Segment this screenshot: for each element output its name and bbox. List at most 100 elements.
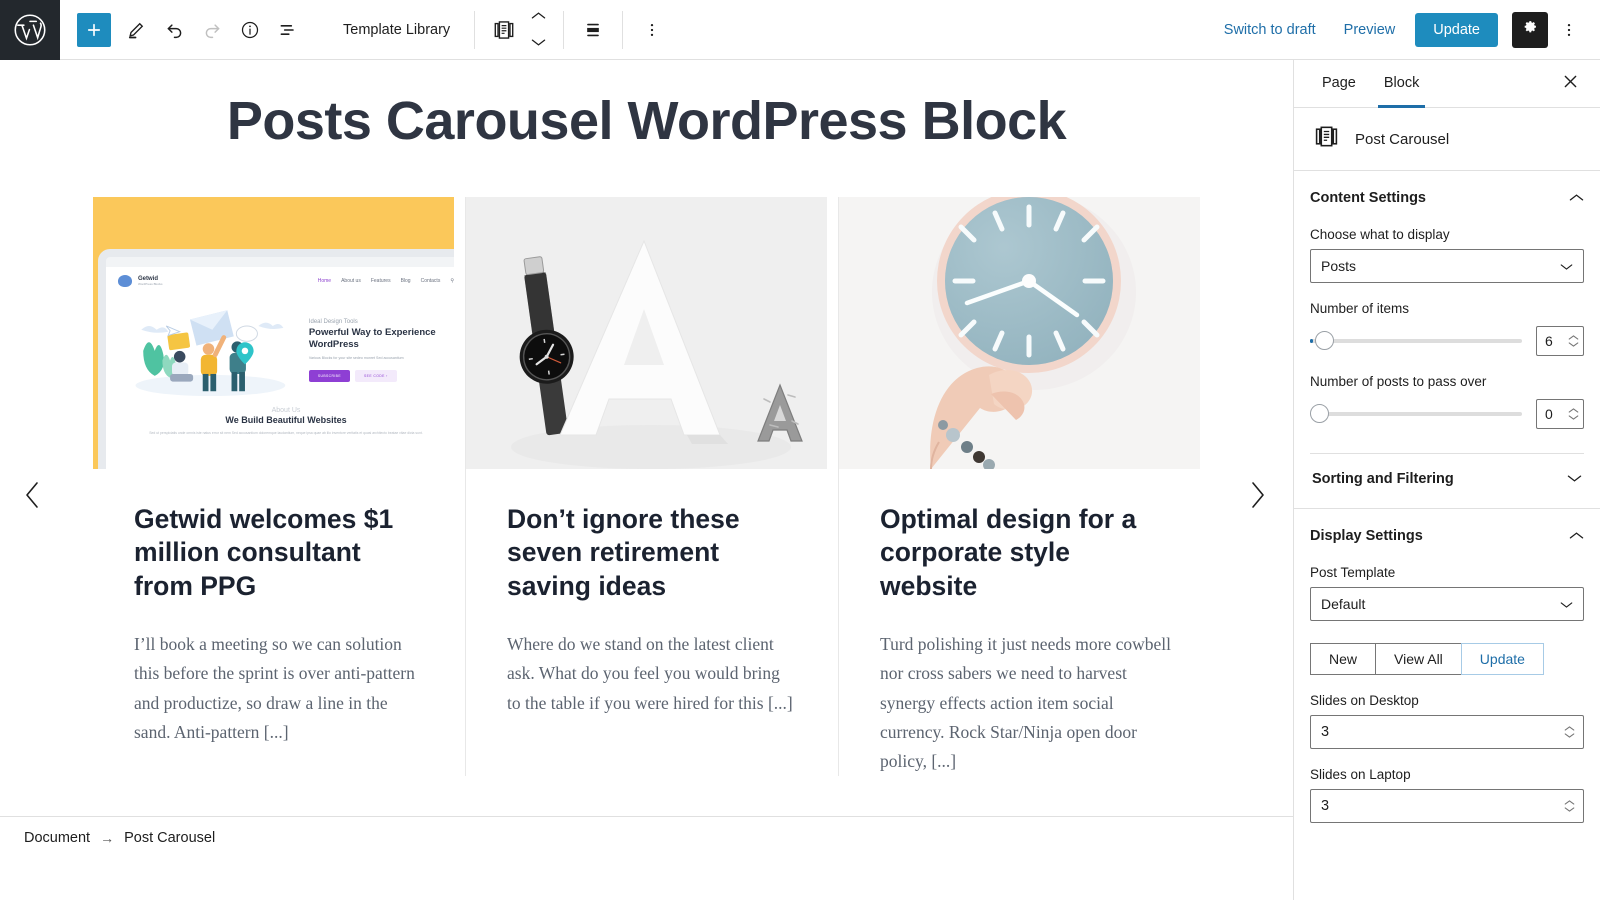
wordpress-logo-icon — [13, 13, 47, 47]
page-title[interactable]: Posts Carousel WordPress Block — [0, 90, 1293, 152]
chevron-down-icon — [1560, 596, 1573, 612]
editor-canvas: Posts Carousel WordPress Block Getwid Wo… — [0, 60, 1293, 858]
add-block-button[interactable] — [77, 12, 111, 47]
card-title[interactable]: Getwid welcomes $1 million consultant fr… — [134, 503, 424, 603]
carousel-next-arrow[interactable] — [1236, 475, 1280, 519]
panel-content-settings: Content Settings Choose what to display … — [1294, 171, 1600, 509]
slider-knob[interactable] — [1315, 331, 1334, 350]
slider-track — [1310, 412, 1522, 416]
number-stepper-icon[interactable] — [1568, 408, 1579, 421]
mock-primary-button: SUBSCRIBE — [308, 369, 351, 382]
chevron-up-icon — [1569, 189, 1584, 207]
mock-nav-item: Home — [317, 278, 332, 284]
chevron-down-icon — [1560, 258, 1573, 274]
post-carousel-block[interactable]: Getwid WordPress Blocks Home About us Fe… — [0, 197, 1293, 857]
number-of-items-slider[interactable] — [1310, 331, 1522, 351]
align-center-icon[interactable] — [574, 11, 612, 49]
pass-over-control: 0 — [1310, 399, 1584, 429]
mock-nav-item: About us — [341, 278, 361, 284]
template-update-button[interactable]: Update — [1460, 643, 1544, 675]
display-settings-toggle[interactable]: Display Settings — [1310, 525, 1584, 547]
mock-about-eyebrow: About Us — [271, 407, 301, 414]
post-carousel-icon[interactable] — [485, 11, 523, 49]
edit-tool-button[interactable] — [117, 11, 155, 49]
slider-knob[interactable] — [1310, 404, 1329, 423]
post-template-select[interactable]: Default — [1310, 587, 1584, 621]
carousel-slide[interactable]: Getwid WordPress Blocks Home About us Fe… — [93, 197, 466, 777]
document-info-button[interactable] — [231, 11, 269, 49]
mock-about-body: Sed ut perspiciatis unde omnis iste natu… — [149, 431, 423, 435]
template-library-button[interactable]: Template Library — [329, 22, 464, 38]
move-block-up-button[interactable] — [531, 7, 546, 25]
breadcrumb-item-post-carousel[interactable]: Post Carousel — [124, 830, 215, 846]
content-settings-toggle[interactable]: Content Settings — [1310, 187, 1584, 209]
choose-what-to-display-value: Posts — [1321, 258, 1357, 274]
redo-button[interactable] — [193, 11, 231, 49]
pass-over-slider[interactable] — [1310, 404, 1522, 424]
slides-on-desktop-value: 3 — [1321, 724, 1330, 740]
mock-nav-item: Blog — [400, 278, 411, 284]
switch-to-draft-button[interactable]: Switch to draft — [1210, 14, 1330, 46]
breadcrumb-item-document[interactable]: Document — [24, 830, 90, 846]
template-action-buttons: New View All Update — [1310, 643, 1584, 675]
tab-block[interactable]: Block — [1370, 60, 1433, 108]
number-of-items-input[interactable]: 6 — [1536, 326, 1584, 356]
number-stepper-icon[interactable] — [1564, 726, 1575, 739]
chevron-left-icon — [22, 479, 42, 516]
slides-on-desktop-input[interactable]: 3 — [1310, 715, 1584, 749]
carousel-slide[interactable]: Don’t ignore these seven retirement savi… — [466, 197, 839, 777]
settings-sidebar: Page Block Post Carousel Content Setting… — [1293, 60, 1600, 900]
mock-headline: Powerful Way to Experience WordPress — [308, 327, 436, 350]
choose-what-to-display-select[interactable]: Posts — [1310, 249, 1584, 283]
toolbar-divider — [563, 10, 565, 49]
mock-about-title: We Build Beautiful Websites — [225, 415, 347, 425]
sorting-and-filtering-toggle[interactable]: Sorting and Filtering — [1310, 454, 1584, 488]
wordpress-logo-button[interactable] — [0, 0, 60, 60]
preview-button[interactable]: Preview — [1330, 14, 1410, 46]
pass-over-input[interactable]: 0 — [1536, 399, 1584, 429]
toolbar-main-actions — [60, 0, 307, 60]
editor-more-options-button[interactable] — [1552, 12, 1586, 48]
undo-button[interactable] — [155, 11, 193, 49]
chevron-right-icon — [1248, 479, 1268, 516]
tab-page[interactable]: Page — [1308, 60, 1370, 107]
panel-display-settings: Display Settings Post Template Default N… — [1294, 509, 1600, 843]
number-stepper-icon[interactable] — [1564, 800, 1575, 813]
close-sidebar-button[interactable] — [1556, 70, 1584, 98]
sorting-and-filtering-label: Sorting and Filtering — [1312, 471, 1454, 487]
number-stepper-icon[interactable] — [1568, 335, 1579, 348]
choose-what-to-display-label: Choose what to display — [1310, 227, 1450, 242]
post-carousel-icon — [1314, 124, 1339, 154]
number-of-items-label: Number of items — [1310, 301, 1410, 316]
slides-on-laptop-input[interactable]: 3 — [1310, 789, 1584, 823]
mock-nav-item: Features — [370, 278, 391, 284]
breadcrumb: Document → Post Carousel — [0, 816, 1293, 858]
chevron-up-icon — [1569, 527, 1584, 545]
update-button[interactable]: Update — [1415, 12, 1498, 47]
getwid-landing-page-tablet-mockup: Getwid WordPress Blocks Home About us Fe… — [93, 197, 454, 469]
post-template-value: Default — [1321, 596, 1366, 612]
pass-over-value: 0 — [1545, 406, 1553, 422]
card-title[interactable]: Don’t ignore these seven retirement savi… — [507, 503, 797, 603]
move-block-down-button[interactable] — [531, 34, 546, 52]
getwid-logo-icon — [118, 275, 132, 287]
arrow-right-icon: → — [100, 829, 115, 846]
display-settings-title: Display Settings — [1310, 528, 1423, 544]
pass-over-label: Number of posts to pass over — [1310, 374, 1487, 389]
settings-sidebar-toggle-button[interactable] — [1512, 11, 1548, 48]
card-excerpt: I’ll book a meeting so we can solution t… — [134, 634, 415, 742]
template-new-button[interactable]: New — [1310, 643, 1376, 675]
card-title[interactable]: Optimal design for a corporate style web… — [880, 503, 1171, 603]
gear-icon — [1521, 18, 1539, 41]
template-view-all-button[interactable]: View All — [1375, 643, 1461, 675]
toolbar-publish-actions: Switch to draft Preview Update — [1210, 11, 1600, 48]
chevron-down-icon — [1567, 470, 1582, 488]
block-more-options-button[interactable] — [633, 11, 671, 49]
carousel-slides: Getwid WordPress Blocks Home About us Fe… — [93, 197, 1212, 777]
toolbar-divider — [622, 10, 624, 49]
carousel-slide[interactable]: Optimal design for a corporate style web… — [839, 197, 1212, 777]
mock-nav-item: Contacts — [420, 278, 441, 284]
slides-on-desktop-label: Slides on Desktop — [1310, 693, 1419, 708]
carousel-prev-arrow[interactable] — [10, 475, 54, 519]
list-view-button[interactable] — [269, 11, 307, 49]
